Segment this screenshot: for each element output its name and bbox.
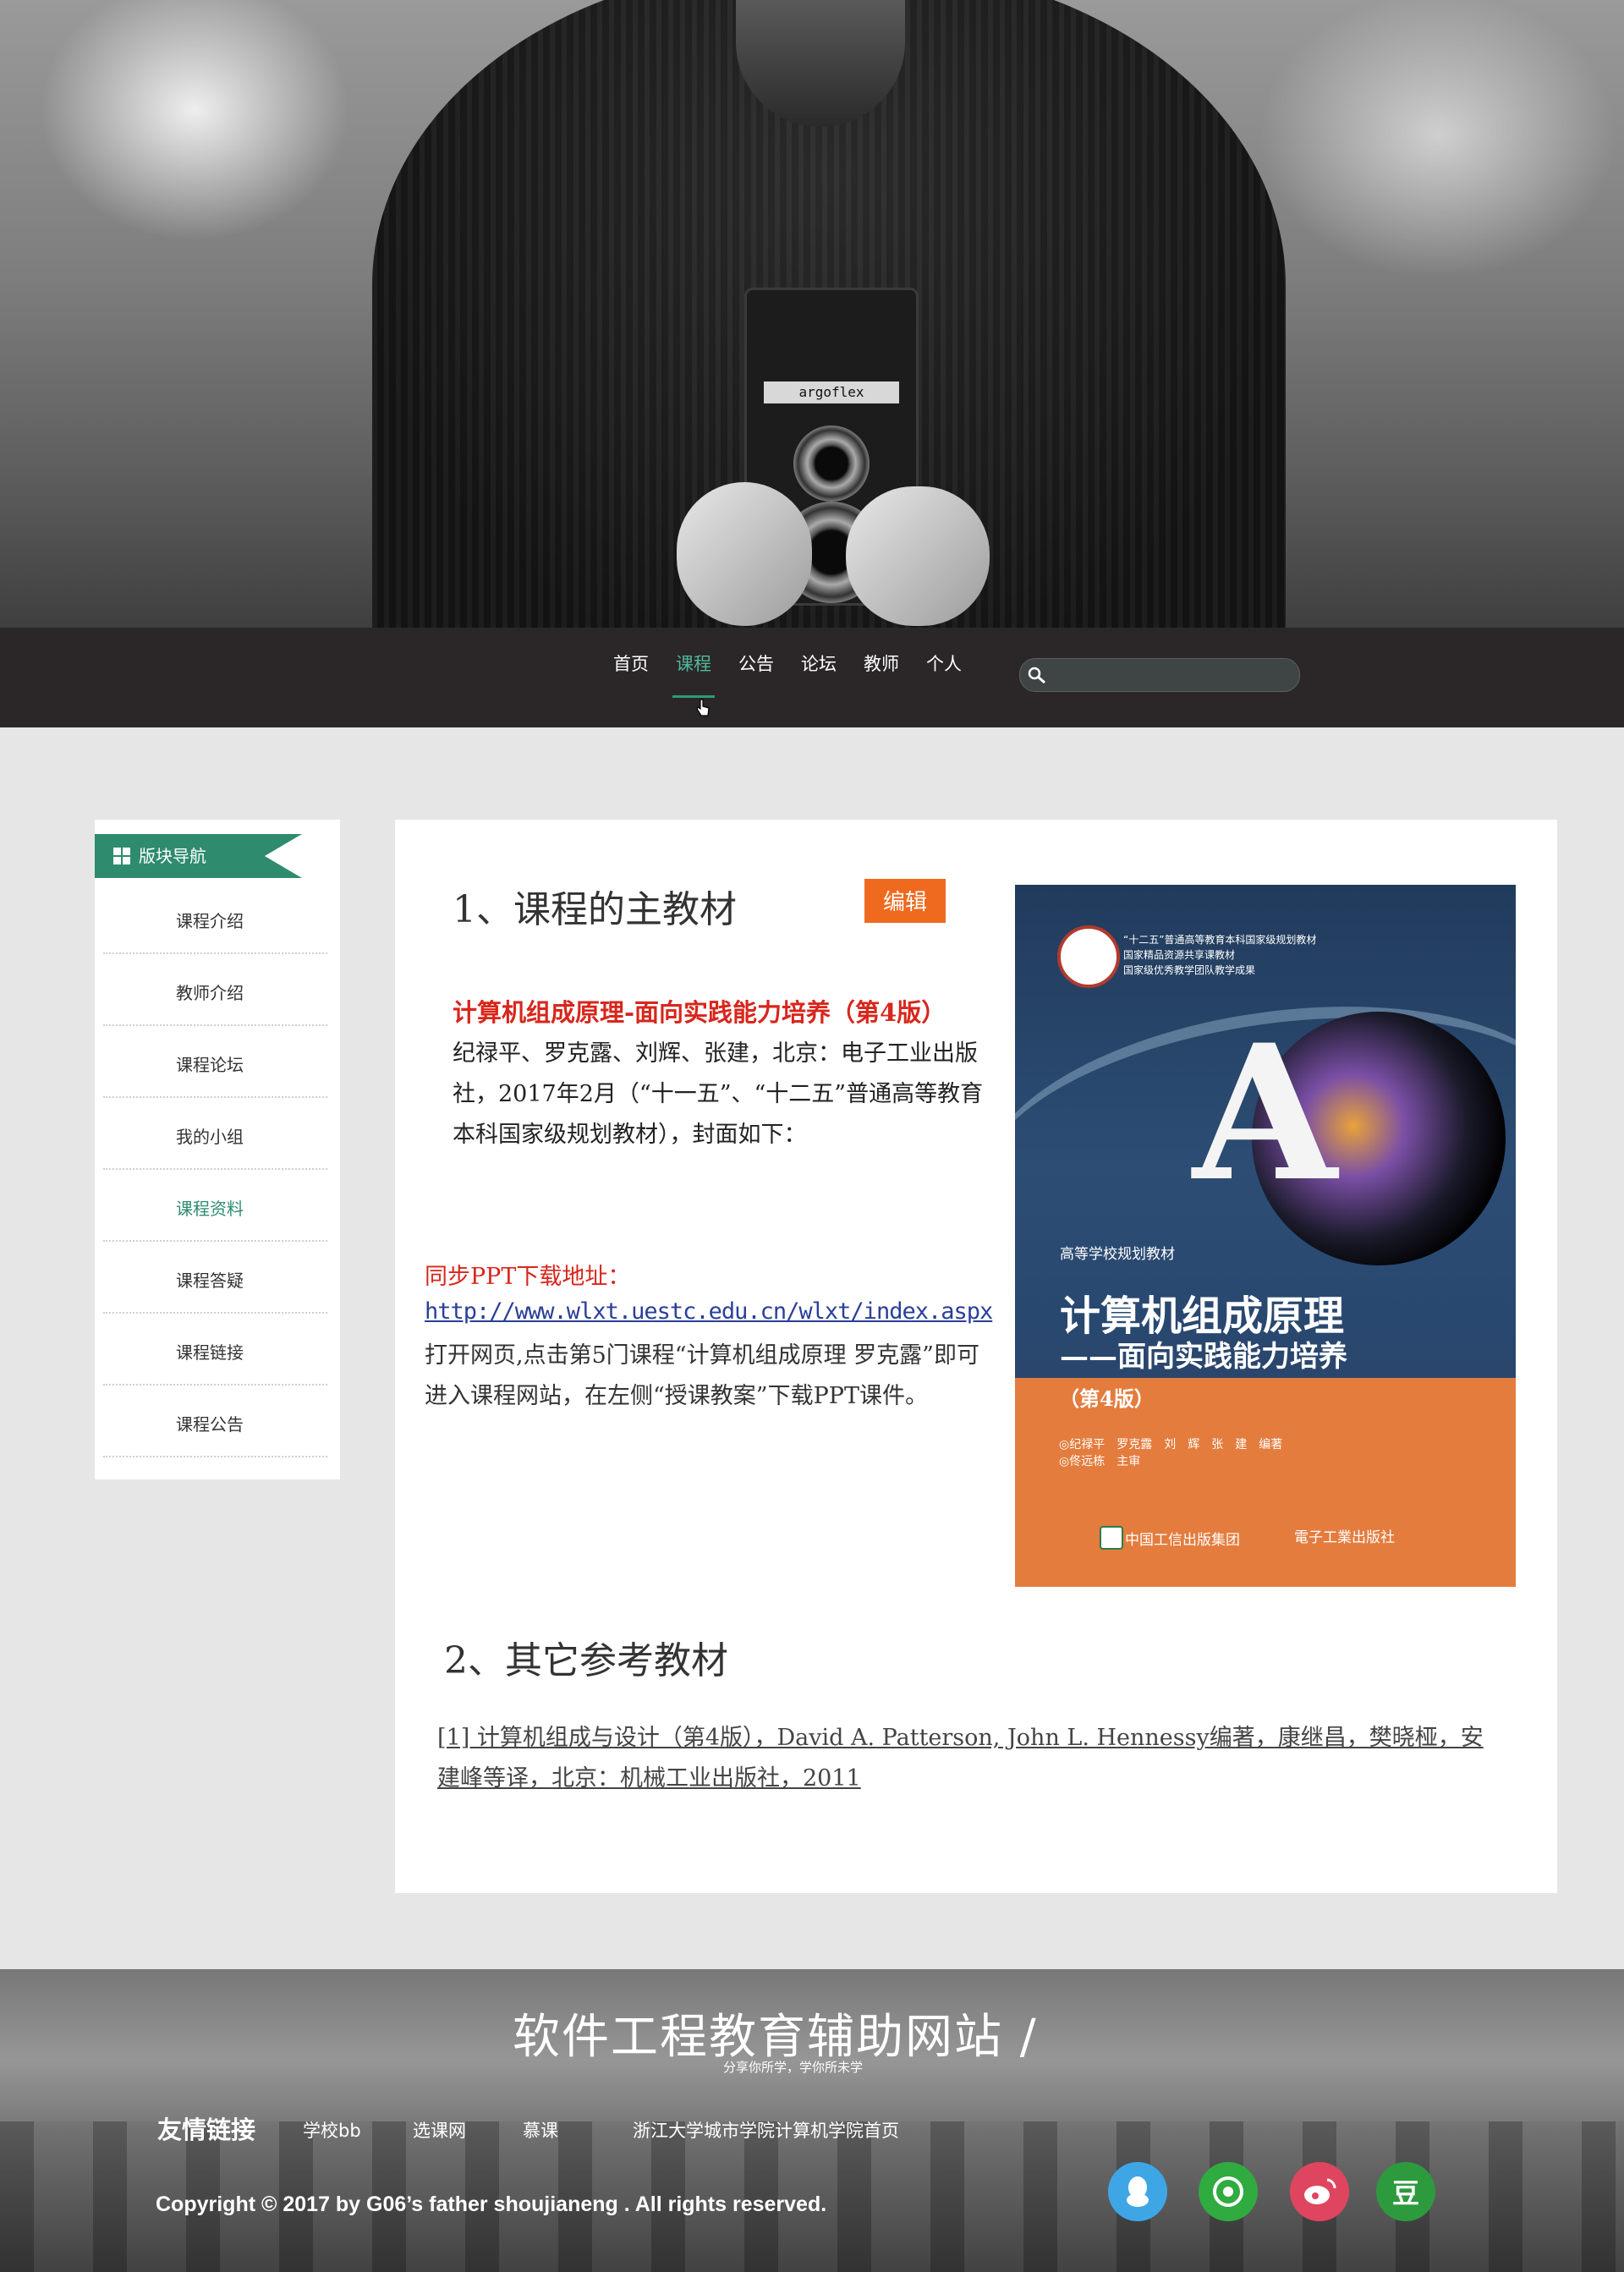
cover-series: 高等学校规划教材 [1060, 1246, 1175, 1263]
cover-subtitle: ——面向实践能力培养 [1060, 1340, 1347, 1374]
sidebar-item-course-materials[interactable]: 课程资料 [103, 1170, 327, 1242]
hero-left-hand [677, 482, 812, 626]
nav-item-forum[interactable]: 论坛 [801, 628, 837, 727]
douban-icon[interactable]: 豆 [1376, 2162, 1435, 2221]
weibo-icon[interactable] [1290, 2162, 1349, 2221]
sidebar-item-course-links[interactable]: 课程链接 [103, 1314, 327, 1386]
cover-authors-line1: ◎纪禄平 罗克露 刘 辉 张 建 编著 [1059, 1438, 1283, 1452]
nav-menu: 首页 课程 公告 论坛 教师 个人 [613, 628, 989, 727]
cover-edition: （第4版） [1059, 1386, 1155, 1411]
grid-icon [113, 848, 130, 864]
sidebar-item-course-qa[interactable]: 课程答疑 [103, 1242, 327, 1314]
book-cover-image: A “十二五”普通高等教育本科国家级规划教材 国家精品资源共享课教材 国家级优秀… [1015, 885, 1516, 1587]
edit-button[interactable]: 编辑 [864, 879, 946, 923]
cover-series-logo [1057, 925, 1120, 988]
footer-slogan: 分享你所学，学你所未学 [723, 2060, 864, 2075]
qq-icon[interactable] [1108, 2162, 1167, 2221]
cover-brush-letter: A [1193, 1003, 1337, 1222]
cover-publisher1: 中国工信出版集团 [1125, 1532, 1240, 1549]
wechat-moments-icon[interactable] [1199, 2162, 1258, 2221]
friend-link-school-bb[interactable]: 学校bb [303, 2117, 361, 2143]
aperture-glyph [1213, 2176, 1243, 2207]
camera-brand-plate: argoflex [764, 381, 899, 403]
reference-item[interactable]: [1] 计算机组成与设计（第4版），David A. Patterson, Jo… [437, 1718, 1495, 1799]
friend-links-label: 友情链接 [157, 2116, 256, 2144]
sidebar: 版块导航 课程介绍 教师介绍 课程论坛 我的小组 课程资料 课程答疑 课程链接 … [95, 820, 340, 1479]
sidebar-title: 版块导航 [139, 846, 206, 866]
nav-item-announcements[interactable]: 公告 [738, 628, 774, 727]
friend-link-cs-college[interactable]: 浙江大学城市学院计算机学院首页 [633, 2117, 899, 2143]
nav-item-teachers[interactable]: 教师 [864, 628, 899, 727]
search-icon [1028, 667, 1045, 684]
hero-banner: argoflex [0, 0, 1624, 628]
weibo-glyph [1304, 2178, 1336, 2204]
copyright-text: Copyright © 2017 by G06’s father shoujia… [156, 2192, 827, 2216]
footer: 软件工程教育辅助网站 / 分享你所学，学你所未学 友情链接 学校bb 选课网 慕… [0, 1969, 1624, 2272]
ppt-download-link[interactable]: http://www.wlxt.uestc.edu.cn/wlxt/index.… [425, 1298, 993, 1325]
friend-link-course-selection[interactable]: 选课网 [413, 2117, 466, 2143]
camera-viewfinder-lens [793, 425, 870, 502]
section2-title: 2、其它参考教材 [444, 1639, 728, 1682]
cover-top-text: “十二五”普通高等教育本科国家级规划教材 国家精品资源共享课教材 国家级优秀教学… [1123, 932, 1316, 978]
sidebar-list: 课程介绍 教师介绍 课程论坛 我的小组 课程资料 课程答疑 课程链接 课程公告 [103, 882, 327, 1457]
nav-item-home[interactable]: 首页 [613, 628, 649, 727]
sidebar-item-course-forum[interactable]: 课程论坛 [103, 1026, 327, 1098]
cover-authors: ◎纪禄平 罗克露 刘 辉 张 建 编著 ◎佟远栋 主审 [1059, 1436, 1282, 1470]
ppt-download-label: 同步PPT下载地址： [425, 1264, 631, 1290]
sidebar-header: 版块导航 [95, 834, 302, 878]
top-navbar: 首页 课程 公告 论坛 教师 个人 [0, 628, 1624, 727]
cover-top-line3: 国家级优秀教学团队教学成果 [1123, 964, 1256, 976]
search-box[interactable] [1019, 658, 1300, 692]
publisher-logo-icon [1100, 1526, 1123, 1550]
sidebar-item-course-announcements[interactable]: 课程公告 [103, 1386, 327, 1457]
ppt-download-instructions: 打开网页,点击第5门课程“计算机组成原理 罗克露”即可进入课程网站，在左侧“授课… [425, 1342, 979, 1409]
cover-authors-line2: ◎佟远栋 主审 [1059, 1455, 1141, 1468]
hero-right-hand [846, 486, 990, 626]
footer-site-title: 软件工程教育辅助网站 / [513, 2010, 1038, 2065]
main-textbook-description: 纪禄平、罗克露、刘辉、张建，北京：电子工业出版社，2017年2月（“十一五”、“… [453, 1040, 984, 1148]
cover-publisher2: 電子工業出版社 [1294, 1529, 1395, 1546]
main-textbook-title: 计算机组成原理-面向实践能力培养（第4版） [453, 998, 946, 1027]
sidebar-item-my-group[interactable]: 我的小组 [103, 1098, 327, 1170]
search-input[interactable] [1054, 662, 1291, 688]
sidebar-item-teacher-intro[interactable]: 教师介绍 [103, 954, 327, 1026]
qq-glyph [1127, 2176, 1149, 2207]
hand-cursor-icon [696, 699, 710, 716]
sidebar-item-course-intro[interactable]: 课程介绍 [103, 882, 327, 954]
cover-top-line1: “十二五”普通高等教育本科国家级规划教材 [1123, 934, 1317, 946]
section1-title: 1、课程的主教材 [453, 888, 737, 931]
friend-link-mooc[interactable]: 慕课 [523, 2117, 558, 2143]
main-content-card: 1、课程的主教材 编辑 计算机组成原理-面向实践能力培养（第4版） 纪禄平、罗克… [395, 820, 1557, 1893]
nav-item-personal[interactable]: 个人 [926, 628, 962, 727]
cover-top-line2: 国家精品资源共享课教材 [1123, 949, 1236, 961]
